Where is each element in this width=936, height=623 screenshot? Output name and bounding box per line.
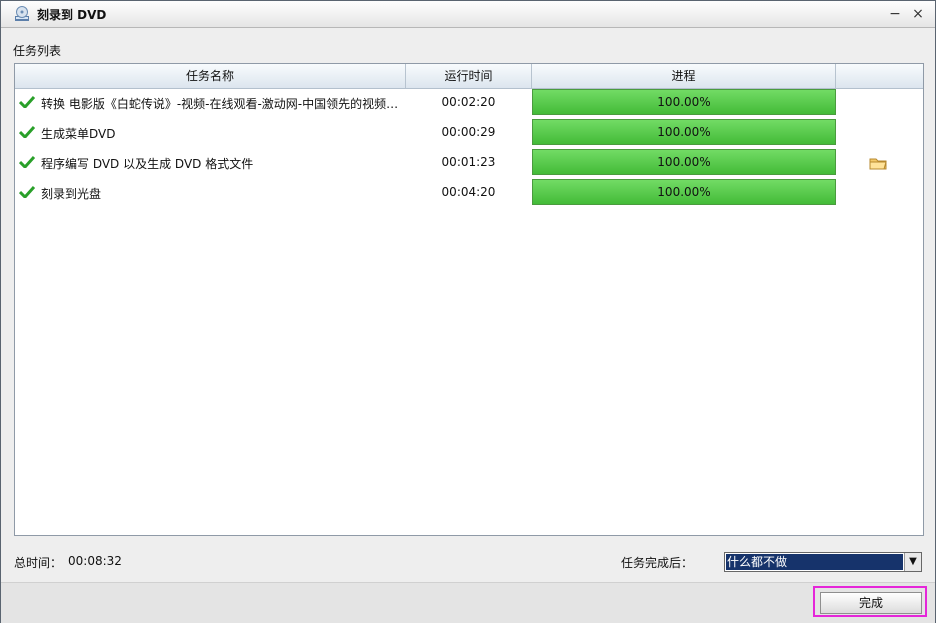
task-name: 转换 电影版《白蛇传说》-视频-在线观看-激动网-中国领先的视频… bbox=[41, 97, 399, 111]
task-name: 程序编写 DVD 以及生成 DVD 格式文件 bbox=[41, 157, 254, 171]
chevron-down-icon[interactable]: ▼ bbox=[904, 553, 921, 571]
check-icon bbox=[19, 126, 35, 138]
progress-text: 100.00% bbox=[657, 155, 711, 169]
table-row[interactable]: 刻录到光盘 00:04:20 100.00% bbox=[15, 178, 923, 208]
task-name: 生成菜单DVD bbox=[41, 127, 116, 141]
after-task-label: 任务完成后： bbox=[621, 556, 694, 570]
title-bar[interactable]: 刻录到 DVD − × bbox=[1, 1, 935, 28]
progress-bar: 100.00% bbox=[532, 119, 836, 145]
check-icon bbox=[19, 96, 35, 108]
table-header: 任务名称 运行时间 进程 bbox=[15, 64, 923, 89]
task-time: 00:01:23 bbox=[441, 155, 496, 169]
bottom-action-bar bbox=[1, 582, 935, 623]
progress-text: 100.00% bbox=[657, 185, 711, 199]
progress-text: 100.00% bbox=[657, 95, 711, 109]
dvd-app-icon bbox=[15, 6, 29, 21]
task-list-label: 任务列表 bbox=[13, 44, 62, 58]
column-header-progress[interactable]: 进程 bbox=[532, 64, 836, 88]
task-time: 00:00:29 bbox=[441, 125, 496, 139]
minimize-button[interactable]: − bbox=[886, 5, 904, 23]
column-header-actions[interactable] bbox=[836, 64, 923, 88]
dvd-burn-window: 刻录到 DVD − × 任务列表 任务名称 运行时间 进程 转换 电影版《白蛇传… bbox=[0, 0, 936, 623]
after-task-select[interactable]: 什么都不做 ▼ bbox=[724, 552, 922, 572]
total-time-value: 00:08:32 bbox=[68, 554, 122, 568]
progress-bar: 100.00% bbox=[532, 89, 836, 115]
check-icon bbox=[19, 186, 35, 198]
task-time: 00:04:20 bbox=[441, 185, 496, 199]
column-header-task-name[interactable]: 任务名称 bbox=[15, 64, 406, 88]
done-button[interactable]: 完成 bbox=[820, 592, 922, 614]
progress-bar: 100.00% bbox=[532, 179, 836, 205]
total-time-label: 总时间： bbox=[14, 556, 63, 570]
close-button[interactable]: × bbox=[909, 5, 927, 23]
table-row[interactable]: 转换 电影版《白蛇传说》-视频-在线观看-激动网-中国领先的视频… 00:02:… bbox=[15, 88, 923, 118]
progress-text: 100.00% bbox=[657, 125, 711, 139]
progress-bar: 100.00% bbox=[532, 149, 836, 175]
table-row[interactable]: 程序编写 DVD 以及生成 DVD 格式文件 00:01:23 100.00% bbox=[15, 148, 923, 178]
window-title: 刻录到 DVD bbox=[37, 8, 107, 22]
after-task-selected-value[interactable]: 什么都不做 bbox=[726, 554, 903, 570]
check-icon bbox=[19, 156, 35, 168]
folder-icon[interactable] bbox=[869, 156, 887, 170]
task-list-table: 任务名称 运行时间 进程 转换 电影版《白蛇传说》-视频-在线观看-激动网-中国… bbox=[14, 63, 924, 536]
task-name: 刻录到光盘 bbox=[41, 187, 102, 201]
column-header-run-time[interactable]: 运行时间 bbox=[406, 64, 532, 88]
table-row[interactable]: 生成菜单DVD 00:00:29 100.00% bbox=[15, 118, 923, 148]
task-time: 00:02:20 bbox=[441, 95, 496, 109]
